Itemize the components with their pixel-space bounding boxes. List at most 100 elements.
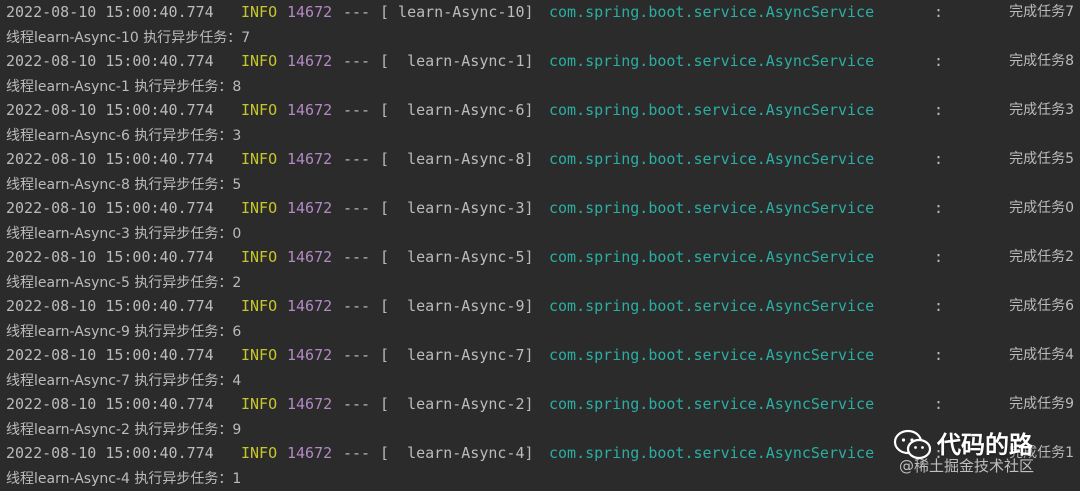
log-pid: 14672 [287, 297, 333, 315]
log-logger: com.spring.boot.service.AsyncService [549, 248, 875, 266]
log-pid: 14672 [287, 395, 333, 413]
watermark-subtitle: @稀土掘金技术社区 [899, 457, 1035, 475]
log-message: 完成任务0 [1009, 200, 1074, 216]
log-message: 完成任务9 [1009, 396, 1074, 412]
log-timestamp: 2022-08-10 15:00:40.774 [6, 199, 214, 217]
stdout-line: 线程learn-Async-5 执行异步任务：2 [6, 270, 241, 294]
log-logger: com.spring.boot.service.AsyncService [549, 444, 875, 462]
stdout-text: 线程learn-Async-1 执行异步任务：8 [6, 78, 242, 95]
log-separator: --- [343, 3, 371, 21]
log-message: 完成任务7 [1009, 4, 1074, 20]
log-pid: 14672 [287, 444, 333, 462]
log-colon: : [934, 297, 944, 315]
stdout-line: 线程learn-Async-6 执行异步任务：3 [6, 123, 241, 147]
stdout-text: 线程learn-Async-5 执行异步任务：2 [6, 274, 242, 291]
stdout-line: 线程learn-Async-7 执行异步任务：4 [6, 368, 241, 392]
log-colon: : [934, 199, 944, 217]
log-thread: [ learn-Async-4] [380, 444, 534, 462]
log-thread: [ learn-Async-5] [380, 248, 534, 266]
log-separator: --- [343, 346, 371, 364]
log-timestamp: 2022-08-10 15:00:40.774 [6, 52, 214, 70]
log-timestamp: 2022-08-10 15:00:40.774 [6, 150, 214, 168]
log-colon: : [934, 101, 944, 119]
stdout-line: 线程learn-Async-4 执行异步任务：1 [6, 466, 241, 490]
stdout-line: 线程learn-Async-1 执行异步任务：8 [6, 74, 241, 98]
log-level: INFO [241, 52, 278, 70]
log-timestamp: 2022-08-10 15:00:40.774 [6, 248, 214, 266]
stdout-text: 线程learn-Async-10 执行异步任务：7 [6, 29, 251, 46]
log-level: INFO [241, 101, 278, 119]
log-timestamp: 2022-08-10 15:00:40.774 [6, 297, 214, 315]
stdout-line: 线程learn-Async-9 执行异步任务：6 [6, 319, 241, 343]
log-separator: --- [343, 101, 371, 119]
log-pid: 14672 [287, 346, 333, 364]
stdout-text: 线程learn-Async-3 执行异步任务：0 [6, 225, 242, 242]
log-line: 2022-08-10 15:00:40.774 INFO 14672 --- [ lea… [6, 294, 1074, 318]
log-pid: 14672 [287, 101, 333, 119]
log-pid: 14672 [287, 248, 333, 266]
stdout-line: 线程learn-Async-2 执行异步任务：9 [6, 417, 241, 441]
log-level: INFO [241, 150, 278, 168]
log-level: INFO [241, 346, 278, 364]
log-colon: : [934, 150, 944, 168]
log-message: 完成任务3 [1009, 102, 1074, 118]
log-message: 完成任务8 [1009, 53, 1074, 69]
log-logger: com.spring.boot.service.AsyncService [549, 52, 875, 70]
log-line: 2022-08-10 15:00:40.774 INFO 14672 --- [ lea… [6, 98, 1074, 122]
log-line: 2022-08-10 15:00:40.774 INFO 14672 --- [ lea… [6, 392, 1074, 416]
console-output: 2022-08-10 15:00:40.774 INFO 14672 --- [ lea… [0, 0, 1080, 490]
stdout-text: 线程learn-Async-6 执行异步任务：3 [6, 127, 242, 144]
log-message: 完成任务4 [1009, 347, 1074, 363]
log-pid: 14672 [287, 150, 333, 168]
log-logger: com.spring.boot.service.AsyncService [549, 199, 875, 217]
log-separator: --- [343, 52, 371, 70]
log-thread: [ learn-Async-8] [380, 150, 534, 168]
stdout-line: 线程learn-Async-10 执行异步任务：7 [6, 25, 250, 49]
log-thread: [ learn-Async-1] [380, 52, 534, 70]
log-message: 完成任务2 [1009, 249, 1074, 265]
log-thread: [ learn-Async-3] [380, 199, 534, 217]
stdout-text: 线程learn-Async-8 执行异步任务：5 [6, 176, 242, 193]
log-thread: [ learn-Async-10] [380, 3, 534, 21]
stdout-text: 线程learn-Async-2 执行异步任务：9 [6, 421, 242, 438]
log-line: 2022-08-10 15:00:40.774 INFO 14672 --- [ lea… [6, 0, 1074, 24]
stdout-text: 线程learn-Async-4 执行异步任务：1 [6, 470, 242, 487]
log-separator: --- [343, 199, 371, 217]
log-timestamp: 2022-08-10 15:00:40.774 [6, 101, 214, 119]
log-level: INFO [241, 444, 278, 462]
log-logger: com.spring.boot.service.AsyncService [549, 297, 875, 315]
log-thread: [ learn-Async-2] [380, 395, 534, 413]
log-separator: --- [343, 444, 371, 462]
log-pid: 14672 [287, 199, 333, 217]
log-colon: : [934, 3, 944, 21]
log-line: 2022-08-10 15:00:40.774 INFO 14672 --- [ lea… [6, 49, 1074, 73]
log-line: 2022-08-10 15:00:40.774 INFO 14672 --- [ lea… [6, 196, 1074, 220]
log-timestamp: 2022-08-10 15:00:40.774 [6, 395, 214, 413]
log-separator: --- [343, 297, 371, 315]
log-pid: 14672 [287, 3, 333, 21]
log-level: INFO [241, 248, 278, 266]
log-colon: : [934, 395, 944, 413]
log-level: INFO [241, 297, 278, 315]
log-level: INFO [241, 199, 278, 217]
log-timestamp: 2022-08-10 15:00:40.774 [6, 3, 214, 21]
log-logger: com.spring.boot.service.AsyncService [549, 150, 875, 168]
log-timestamp: 2022-08-10 15:00:40.774 [6, 346, 214, 364]
log-logger: com.spring.boot.service.AsyncService [549, 395, 875, 413]
stdout-text: 线程learn-Async-7 执行异步任务：4 [6, 372, 242, 389]
log-line: 2022-08-10 15:00:40.774 INFO 14672 --- [ lea… [6, 343, 1074, 367]
log-colon: : [934, 52, 944, 70]
log-thread: [ learn-Async-9] [380, 297, 534, 315]
log-separator: --- [343, 248, 371, 266]
log-level: INFO [241, 3, 278, 21]
log-pid: 14672 [287, 52, 333, 70]
log-level: INFO [241, 395, 278, 413]
log-separator: --- [343, 395, 371, 413]
stdout-text: 线程learn-Async-9 执行异步任务：6 [6, 323, 242, 340]
log-colon: : [934, 346, 944, 364]
log-thread: [ learn-Async-6] [380, 101, 534, 119]
log-separator: --- [343, 150, 371, 168]
log-logger: com.spring.boot.service.AsyncService [549, 101, 875, 119]
log-message: 完成任务5 [1009, 151, 1074, 167]
log-line: 2022-08-10 15:00:40.774 INFO 14672 --- [ lea… [6, 245, 1074, 269]
